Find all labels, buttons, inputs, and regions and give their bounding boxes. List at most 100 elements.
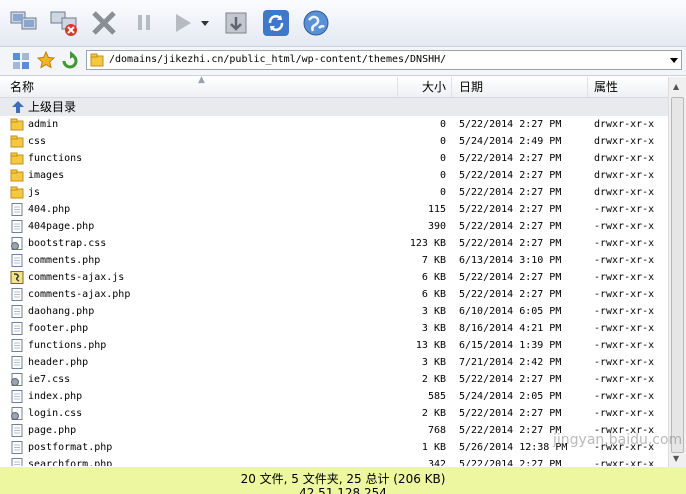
- toolbar: [0, 0, 686, 47]
- file-size: 13 KB: [415, 340, 446, 351]
- file-row[interactable]: login.css 2 KB 5/22/2014 2:27 PM -rwxr-xr-x: [0, 405, 668, 422]
- file-icon: [10, 424, 24, 437]
- file-row[interactable]: images 0 5/22/2014 2:27 PM drwxr-xr-x: [0, 167, 668, 184]
- column-name[interactable]: 名称 ▲: [0, 75, 398, 97]
- file-size: 1 KB: [421, 442, 446, 453]
- file-date: 7/21/2014 2:42 PM: [459, 357, 562, 368]
- file-size: 390: [427, 221, 446, 232]
- file-name: page.php: [28, 425, 77, 436]
- file-name: functions.php: [28, 340, 107, 351]
- file-permissions: -rwxr-xr-x: [594, 357, 655, 368]
- file-size: 115: [427, 204, 446, 215]
- file-name: index.php: [28, 391, 83, 402]
- file-size: 0: [439, 119, 446, 130]
- path-bar: /domains/jikezhi.cn/public_html/wp-conte…: [0, 47, 686, 76]
- file-date: 5/22/2014 2:27 PM: [459, 153, 562, 164]
- file-size: 0: [439, 187, 446, 198]
- file-name: admin: [28, 119, 59, 130]
- file-row[interactable]: 404.php 115 5/22/2014 2:27 PM -rwxr-xr-x: [0, 201, 668, 218]
- file-row[interactable]: functions 0 5/22/2014 2:27 PM drwxr-xr-x: [0, 150, 668, 167]
- file-list: admin 0 5/22/2014 2:27 PM drwxr-xr-x css 0 5/2…: [0, 98, 668, 466]
- tree-view-icon[interactable]: [12, 52, 30, 73]
- file-row[interactable]: daohang.php 3 KB 6/10/2014 6:05 PM -rwxr-xr…: [0, 303, 668, 320]
- file-name: 404.php: [28, 204, 71, 215]
- file-row[interactable]: comments-ajax.js 6 KB 5/22/2014 2:27 PM -rw…: [0, 269, 668, 286]
- folder-icon: [10, 135, 24, 148]
- globe-icon[interactable]: [300, 6, 332, 40]
- file-permissions: drwxr-xr-x: [594, 153, 655, 164]
- file-name: comments-ajax.php: [28, 289, 131, 300]
- file-row[interactable]: css 0 5/24/2014 2:49 PM drwxr-xr-x: [0, 133, 668, 150]
- file-permissions: -rwxr-xr-x: [594, 204, 655, 215]
- status-bar: 20 文件, 5 文件夹, 25 总计 (206 KB) 42.51.128.2…: [0, 467, 686, 494]
- file-date: 5/22/2014 2:27 PM: [459, 374, 562, 385]
- play-icon[interactable]: [166, 6, 198, 40]
- file-date: 5/22/2014 2:27 PM: [459, 187, 562, 198]
- file-row[interactable]: js 0 5/22/2014 2:27 PM drwxr-xr-x: [0, 184, 668, 201]
- file-name: 404page.php: [28, 221, 95, 232]
- folder-icon: [10, 186, 24, 199]
- file-permissions: -rwxr-xr-x: [594, 408, 655, 419]
- file-permissions: drwxr-xr-x: [594, 136, 655, 147]
- file-date: 6/13/2014 3:10 PM: [459, 255, 562, 266]
- file-size: 2 KB: [421, 374, 446, 385]
- vertical-scrollbar[interactable]: ▲ ▼: [668, 77, 686, 467]
- column-name-label: 名称: [10, 80, 35, 94]
- pause-icon[interactable]: [128, 6, 160, 40]
- file-size: 0: [439, 153, 446, 164]
- file-row[interactable]: footer.php 3 KB 8/16/2014 4:21 PM -rwxr-xr-…: [0, 320, 668, 337]
- file-icon: [10, 305, 24, 318]
- column-size[interactable]: 大小: [398, 77, 452, 97]
- column-date-label: 日期: [459, 80, 484, 94]
- file-name: functions: [28, 153, 83, 164]
- file-permissions: drwxr-xr-x: [594, 187, 655, 198]
- file-permissions: -rwxr-xr-x: [594, 306, 655, 317]
- file-date: 5/22/2014 2:27 PM: [459, 408, 562, 419]
- file-date: 5/26/2014 12:38 PM: [459, 442, 568, 453]
- file-row[interactable]: admin 0 5/22/2014 2:27 PM drwxr-xr-x: [0, 116, 668, 133]
- file-row[interactable]: index.php 585 5/24/2014 2:05 PM -rwxr-xr-x: [0, 388, 668, 405]
- file-icon: [10, 254, 24, 267]
- cancel-icon[interactable]: [88, 6, 120, 40]
- file-name: ie7.css: [28, 374, 71, 385]
- file-row[interactable]: header.php 3 KB 7/21/2014 2:42 PM -rwxr-xr-…: [0, 354, 668, 371]
- file-row[interactable]: 404page.php 390 5/22/2014 2:27 PM -rwxr-xr-…: [0, 218, 668, 235]
- file-size: 768: [427, 425, 446, 436]
- scroll-down-icon[interactable]: ▼: [673, 454, 679, 463]
- path-input[interactable]: /domains/jikezhi.cn/public_html/wp-conte…: [86, 50, 682, 70]
- disconnect-icon[interactable]: [48, 6, 80, 40]
- file-row[interactable]: page.php 768 5/22/2014 2:27 PM -rwxr-xr-x: [0, 422, 668, 439]
- favorites-star-icon[interactable]: [36, 50, 56, 72]
- file-date: 5/22/2014 2:27 PM: [459, 425, 562, 436]
- file-name: footer.php: [28, 323, 89, 334]
- file-row[interactable]: bootstrap.css 123 KB 5/22/2014 2:27 PM -rwx…: [0, 235, 668, 252]
- transfer-queue-icon[interactable]: [220, 6, 252, 40]
- go-up-arrow-icon[interactable]: [61, 51, 79, 72]
- column-date[interactable]: 日期: [452, 77, 588, 97]
- file-row[interactable]: comments-ajax.php 6 KB 5/22/2014 2:27 PM -r…: [0, 286, 668, 303]
- file-size: 0: [439, 170, 446, 181]
- file-date: 5/24/2014 2:05 PM: [459, 391, 562, 402]
- file-date: 5/22/2014 2:27 PM: [459, 221, 562, 232]
- file-permissions: -rwxr-xr-x: [594, 425, 655, 436]
- file-row[interactable]: functions.php 13 KB 6/15/2014 1:39 PM -rwxr…: [0, 337, 668, 354]
- file-row[interactable]: searchform.php 342 5/22/2014 2:27 PM -rwxr-…: [0, 456, 668, 466]
- css-file-icon: [10, 373, 24, 386]
- file-permissions: -rwxr-xr-x: [594, 238, 655, 249]
- file-icon: [10, 339, 24, 352]
- file-date: 5/22/2014 2:27 PM: [459, 272, 562, 283]
- path-dropdown-icon[interactable]: [670, 58, 678, 63]
- file-name: bootstrap.css: [28, 238, 107, 249]
- file-row[interactable]: comments.php 7 KB 6/13/2014 3:10 PM -rwxr-x…: [0, 252, 668, 269]
- file-row[interactable]: ie7.css 2 KB 5/22/2014 2:27 PM -rwxr-xr-x: [0, 371, 668, 388]
- scroll-up-icon[interactable]: ▲: [673, 82, 679, 91]
- file-row[interactable]: postformat.php 1 KB 5/26/2014 12:38 PM -rwx…: [0, 439, 668, 456]
- file-name: searchform.php: [28, 459, 113, 466]
- file-permissions: -rwxr-xr-x: [594, 374, 655, 385]
- column-perm[interactable]: 属性: [588, 77, 668, 97]
- file-size: 3 KB: [421, 323, 446, 334]
- refresh-icon[interactable]: [260, 6, 292, 40]
- connect-icon[interactable]: [8, 6, 40, 40]
- play-dropdown-icon[interactable]: [198, 6, 212, 40]
- scrollbar-thumb[interactable]: [671, 97, 684, 453]
